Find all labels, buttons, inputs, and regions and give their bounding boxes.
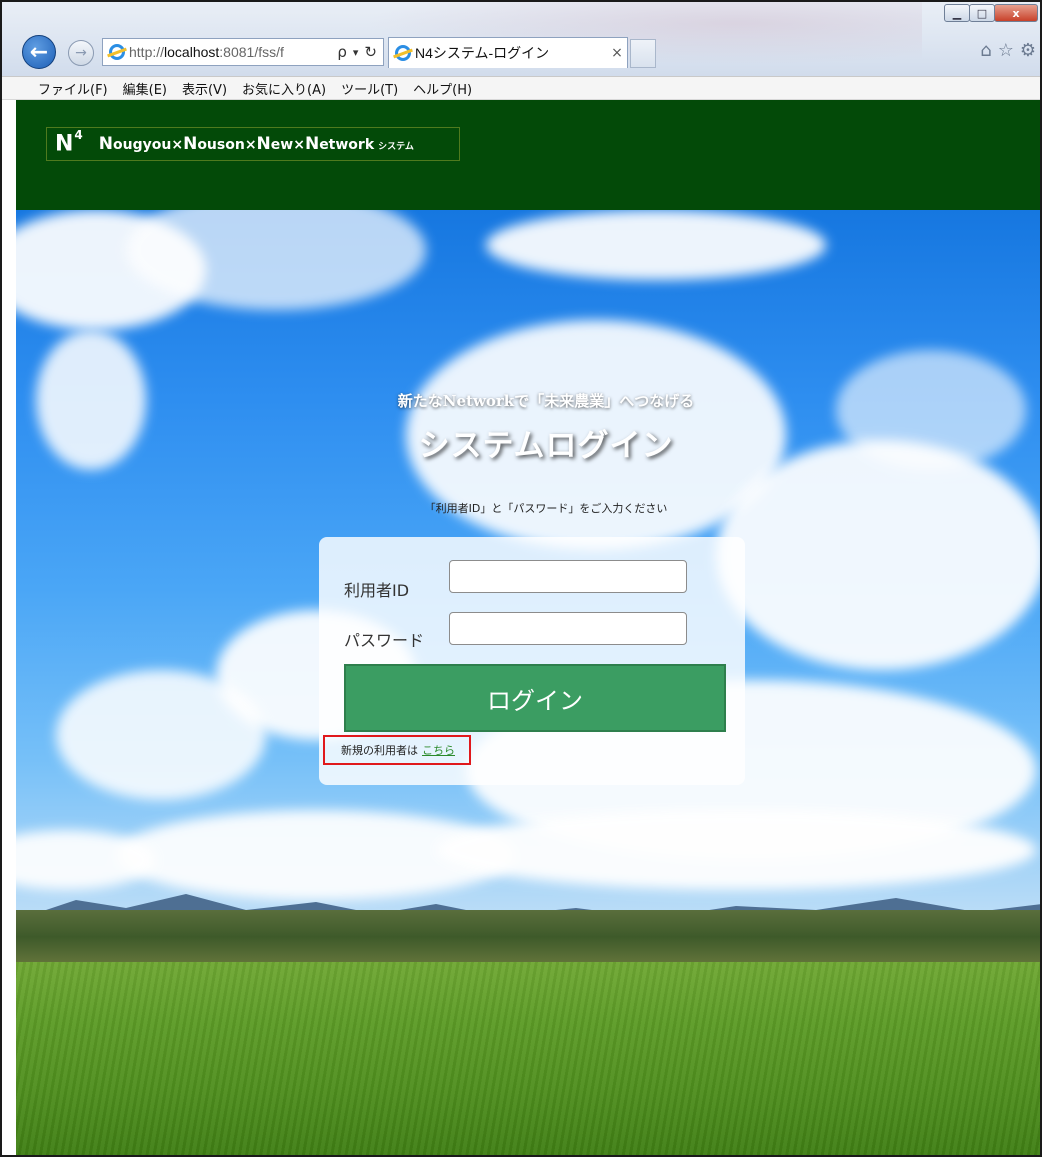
ie-page-icon [109,44,125,60]
hero-background: 新たなNetworkで「未来農業」へつなげる システムログイン 「利用者ID」と… [16,210,1040,1155]
new-tab-button[interactable] [630,39,656,68]
logo-letter: N [55,131,73,157]
login-instruction: 「利用者ID」と「パスワード」をご入力ください [424,502,668,515]
menu-edit[interactable]: 編集(E) [123,79,167,98]
back-button[interactable]: ← [22,35,56,69]
minimize-button[interactable]: ▁ [944,4,970,22]
menu-help[interactable]: ヘルプ(H) [413,79,472,98]
close-window-button[interactable]: x [994,4,1038,22]
forward-button[interactable]: → [68,40,94,66]
user-id-input[interactable] [449,560,687,593]
tab-title: N4システム-ログイン [415,45,550,61]
register-text: 新規の利用者は [341,744,418,757]
web-page: N4 Nougyou×Nouson×New×Network システム 新たなNe… [16,100,1040,1155]
crop-field [16,962,1040,1155]
menu-tools[interactable]: ツール(T) [341,79,398,98]
url-host: localhost [164,44,220,60]
page-title: システムログイン [418,428,674,464]
browser-toolbar-right: ⌂ ☆ ⚙ [980,40,1036,61]
url-rest: :8081/fss/f [219,44,284,60]
logo-suffix: システム [378,142,414,152]
logo-part: N [256,134,271,154]
back-arrow-icon: ← [29,39,49,65]
cloud [56,670,266,800]
logo-part: ew× [270,137,305,153]
logo-part: N [98,134,114,154]
browser-titlebar: ▁ □ x ← → http://localhost:8081/fss/f ρ … [2,2,1040,76]
gear-icon[interactable]: ⚙ [1020,40,1036,61]
cloud [436,810,1036,890]
treeline [16,910,1040,970]
address-bar-actions: ρ ▾ ↻ [337,43,383,61]
address-bar[interactable]: http://localhost:8081/fss/f ρ ▾ ↻ [102,38,384,66]
user-id-label: 利用者ID [344,581,410,600]
cloud [486,210,826,280]
tagline: 新たなNetworkで「未来農業」へつなげる [397,392,695,410]
login-button[interactable]: ログイン [344,664,726,732]
logo-mark: N4 [55,128,83,157]
logo-part: etwork [319,137,375,153]
ie-tab-icon [395,45,411,61]
register-prompt: 新規の利用者は こちら [323,735,471,765]
site-header: N4 Nougyou×Nouson×New×Network システム [16,100,1040,210]
maximize-button[interactable]: □ [969,4,995,22]
tab-close-icon[interactable]: × [607,45,627,61]
cloud [716,440,1040,670]
logo-part: N [183,134,198,154]
search-icon[interactable]: ρ [337,43,347,61]
tab-login[interactable]: N4システム-ログイン × [388,37,628,68]
url-text[interactable]: http://localhost:8081/fss/f [129,44,337,60]
logo-part: ouson× [197,137,257,153]
password-label: パスワード [344,631,425,650]
menu-bar: ファイル(F) 編集(E) 表示(V) お気に入り(A) ツール(T) ヘルプ(… [2,76,1040,100]
logo-superscript: 4 [74,128,83,143]
menu-view[interactable]: 表示(V) [182,79,227,98]
url-prefix: http:// [129,44,165,60]
menu-favorites[interactable]: お気に入り(A) [242,79,326,98]
site-logo: N4 Nougyou×Nouson×New×Network システム [46,127,460,161]
logo-wordmark: Nougyou×Nouson×New×Network システム [99,134,414,154]
menu-file[interactable]: ファイル(F) [38,79,108,98]
chevron-down-icon[interactable]: ▾ [353,46,359,59]
favorites-star-icon[interactable]: ☆ [998,40,1014,61]
home-icon[interactable]: ⌂ [980,40,991,61]
login-panel: 利用者ID パスワード ログイン 新規の利用者は こちら [319,537,745,785]
browser-window: ▁ □ x ← → http://localhost:8081/fss/f ρ … [0,0,1042,1157]
forward-arrow-icon: → [75,45,87,61]
window-controls: ▁ □ x [944,4,1038,22]
logo-part: ougyou× [113,137,184,153]
refresh-icon[interactable]: ↻ [364,43,377,61]
password-input[interactable] [449,612,687,645]
register-link[interactable]: こちら [422,742,455,758]
logo-part: N [304,134,320,154]
